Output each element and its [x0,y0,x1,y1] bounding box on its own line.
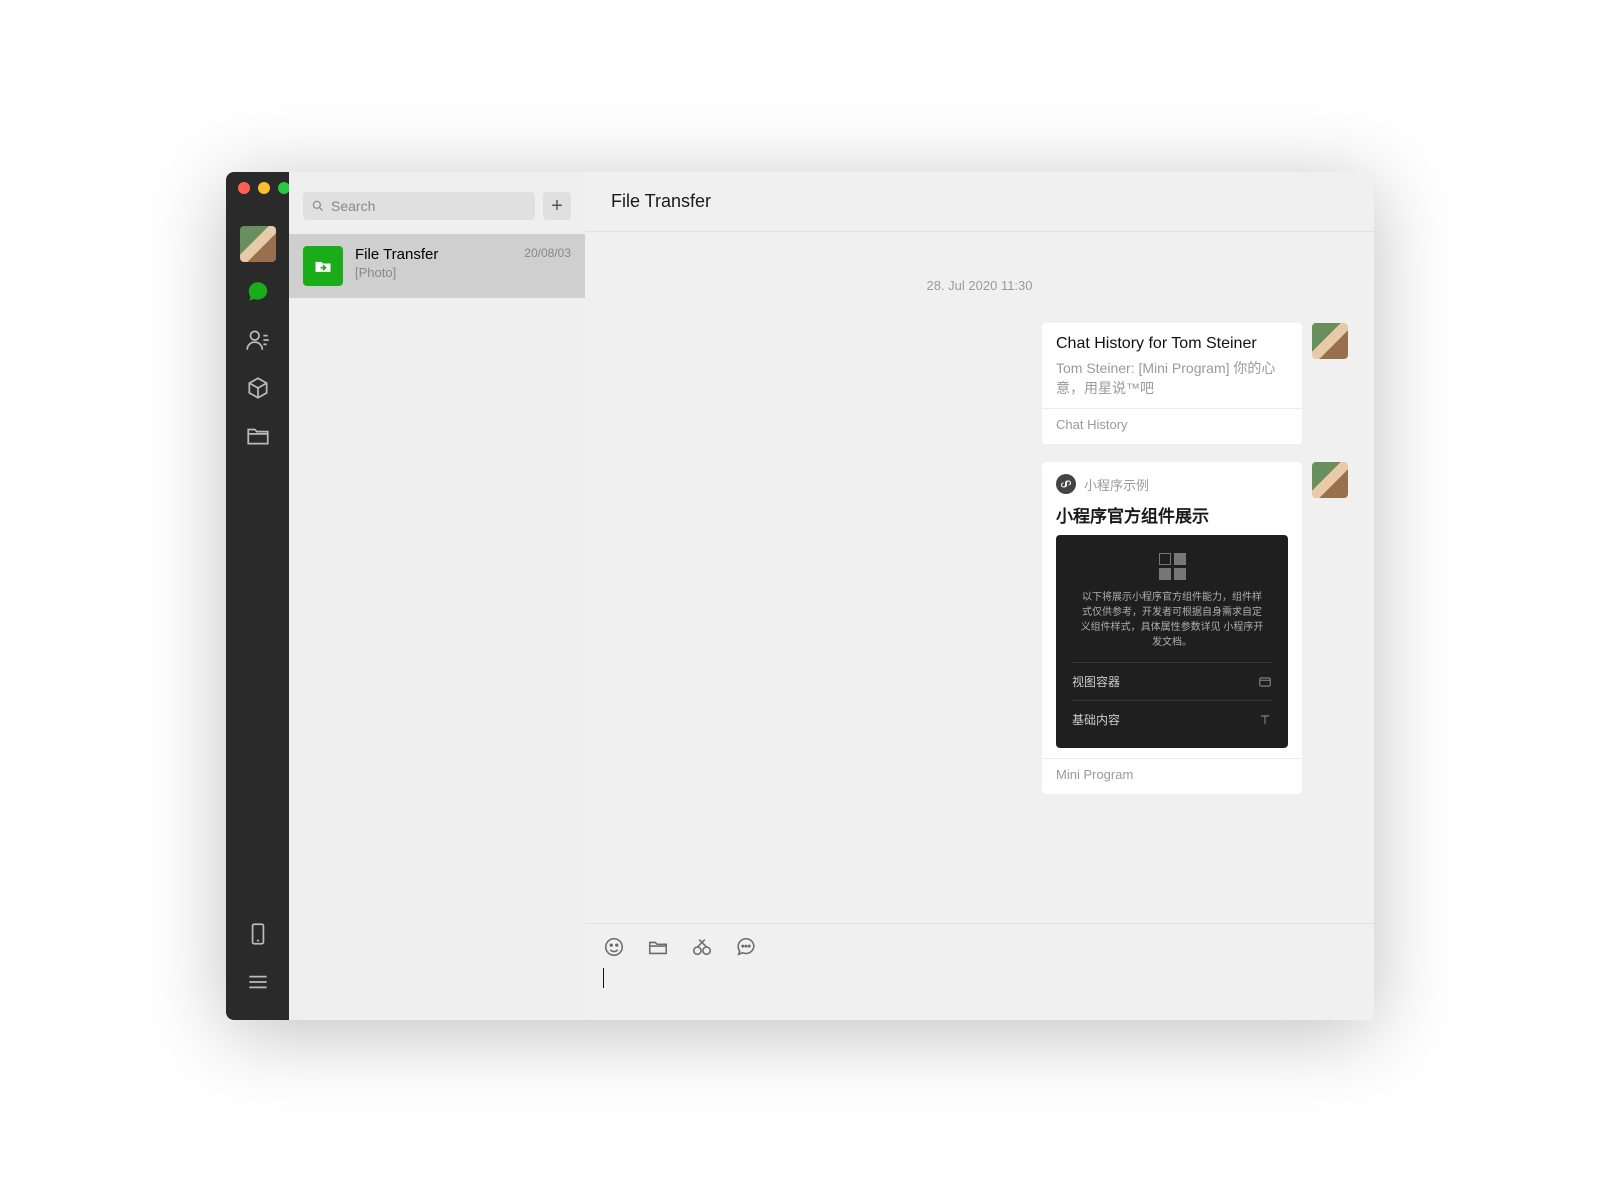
message-avatar[interactable] [1312,323,1348,359]
contacts-tab[interactable] [240,322,276,358]
conversation-date: 20/08/03 [524,246,571,286]
mini-program-description: 以下将展示小程序官方组件能力，组件样式仅供参考，开发者可根据自身需求自定义组件样… [1072,590,1272,650]
mini-program-title: 小程序官方组件展示 [1056,502,1288,527]
cube-icon [245,375,271,401]
user-avatar[interactable] [240,226,276,262]
compose-toolbar [603,936,1356,958]
close-window-button[interactable] [238,182,250,194]
card-body: Tom Steiner: [Mini Program] 你的心意，用星说™吧 [1056,359,1288,398]
message: 小程序示例 小程序官方组件展示 以下将展示小程序官方组件能力，组件样式仅供参考，… [611,462,1348,794]
app-window: Search + File Transfer [Photo] 20/08/03 … [226,172,1374,1020]
conversation-list-pane: Search + File Transfer [Photo] 20/08/03 [289,172,585,1020]
timestamp-chip: 28. Jul 2020 11:30 [611,278,1348,293]
mini-program-preview: 以下将展示小程序官方组件能力，组件样式仅供参考，开发者可根据自身需求自定义组件样… [1056,535,1288,748]
container-icon [1258,675,1272,689]
new-chat-button[interactable]: + [543,192,571,220]
chat-history-card[interactable]: Chat History for Tom Steiner Tom Steiner… [1042,323,1302,444]
card-title: Chat History for Tom Steiner [1056,335,1288,353]
chat-title: File Transfer [611,191,711,212]
file-transfer-avatar [303,246,343,286]
search-placeholder: Search [331,198,375,214]
folder-arrow-icon [313,256,333,276]
emoji-icon[interactable] [603,936,625,958]
message-list[interactable]: 28. Jul 2020 11:30 Chat History for Tom … [585,232,1374,923]
files-tab[interactable] [240,418,276,454]
attach-file-icon[interactable] [647,936,669,958]
phone-tab[interactable] [240,916,276,952]
components-grid-icon [1072,553,1272,580]
message: Chat History for Tom Steiner Tom Steiner… [611,323,1348,444]
mini-program-row[interactable]: 基础内容 [1072,700,1272,738]
conversation-preview: [Photo] [355,265,512,280]
chat-pane: File Transfer 28. Jul 2020 11:30 Chat Hi… [585,172,1374,1020]
search-icon [311,199,325,213]
screenshot-icon[interactable] [691,936,713,958]
chat-bubble-icon [245,279,271,305]
message-avatar[interactable] [1312,462,1348,498]
window-controls [226,182,290,194]
card-footer: Mini Program [1056,767,1288,782]
conversation-list-header: Search + [289,172,585,234]
folder-icon [245,423,271,449]
favorites-tab[interactable] [240,370,276,406]
text-icon [1258,713,1272,727]
conversation-title: File Transfer [355,246,512,263]
card-footer: Chat History [1056,417,1288,432]
chats-tab[interactable] [240,274,276,310]
more-messages-icon[interactable] [735,936,757,958]
chat-header: File Transfer [585,172,1374,232]
main-nav [226,172,289,1020]
mini-program-name: 小程序示例 [1084,475,1149,494]
minimize-window-button[interactable] [258,182,270,194]
conversation-item[interactable]: File Transfer [Photo] 20/08/03 [289,234,585,298]
contacts-icon [245,327,271,353]
mini-program-badge-icon [1056,474,1076,494]
hamburger-icon [245,969,271,995]
menu-button[interactable] [240,964,276,1000]
mini-program-row[interactable]: 视图容器 [1072,662,1272,700]
search-input[interactable]: Search [303,192,535,220]
compose-area [585,923,1374,1020]
mobile-icon [245,921,271,947]
mini-program-card[interactable]: 小程序示例 小程序官方组件展示 以下将展示小程序官方组件能力，组件样式仅供参考，… [1042,462,1302,794]
compose-input[interactable] [603,968,604,988]
